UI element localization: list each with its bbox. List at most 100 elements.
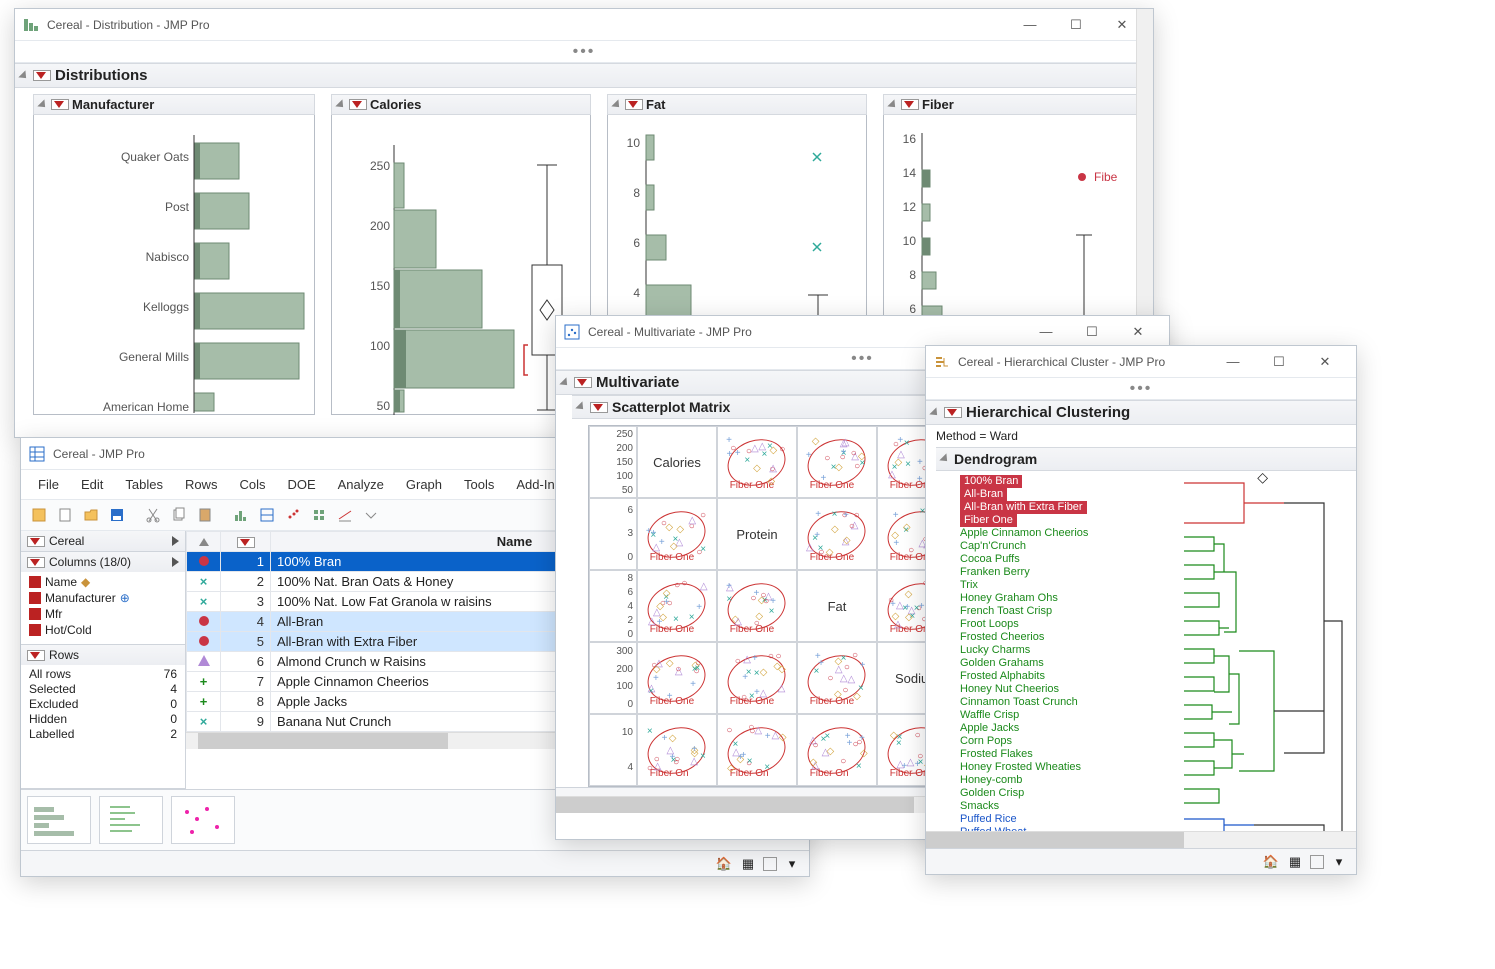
hotspot-icon[interactable] [33, 70, 51, 81]
dendro-item[interactable]: Frosted Alphabits [960, 670, 1045, 682]
titlebar-distribution[interactable]: Cereal - Distribution - JMP Pro — ☐ ✕ [15, 9, 1153, 41]
dendro-item[interactable]: Golden Grahams [960, 657, 1044, 669]
col-name[interactable]: Name ◆ [29, 574, 181, 590]
dendro-item[interactable]: Cocoa Puffs [960, 553, 1020, 565]
tool-save[interactable] [105, 503, 129, 527]
tool-dist2[interactable] [255, 503, 279, 527]
status-evaluate-icon[interactable]: ▦ [739, 855, 757, 873]
chart-header-fat[interactable]: Fat [607, 94, 867, 115]
hotspot-icon[interactable] [944, 407, 962, 418]
hotspot-icon[interactable] [349, 99, 367, 110]
chart-header-fiber[interactable]: Fiber [883, 94, 1143, 115]
splom-cell[interactable]: Fiber One○×△◇+○×△◇+○×△◇+○ [797, 642, 877, 714]
menu-doe[interactable]: DOE [278, 474, 324, 495]
grip-handle[interactable]: ••• [926, 378, 1356, 400]
status-checkbox[interactable] [763, 857, 777, 871]
dendro-item[interactable]: Apple Jacks [960, 722, 1019, 734]
hotspot-icon[interactable] [590, 402, 608, 413]
splom-cell[interactable]: Fiber One○×△◇+○×△◇+○×△◇+○ [637, 642, 717, 714]
splom-cell[interactable]: Fiber On○×△◇+○×△◇+○×△◇+○ [797, 714, 877, 786]
dendro-item[interactable]: All-Bran with Extra Fiber [960, 501, 1087, 514]
hotspot-icon[interactable] [625, 99, 643, 110]
maximize-button[interactable]: ☐ [1069, 318, 1115, 346]
panel-cereal[interactable]: Cereal [21, 531, 185, 551]
chart-header-calories[interactable]: Calories [331, 94, 591, 115]
scrollbar-horizontal[interactable] [926, 831, 1356, 848]
expand-icon[interactable] [172, 557, 179, 567]
menu-file[interactable]: File [29, 474, 68, 495]
section-dendrogram[interactable]: Dendrogram [936, 447, 1356, 471]
menu-rows[interactable]: Rows [176, 474, 227, 495]
col-manufacturer[interactable]: Manufacturer ⊕ [29, 590, 181, 606]
dendro-item[interactable]: Trix [960, 579, 978, 591]
dendro-item[interactable]: 100% Bran [960, 475, 1022, 488]
tool-open[interactable] [79, 503, 103, 527]
dendro-item[interactable]: Smacks [960, 800, 999, 812]
chart-manufacturer[interactable]: Quaker Oats Post Nabisco Kelloggs Genera… [33, 115, 315, 415]
thumb-cluster[interactable] [99, 796, 163, 844]
thumb-multivariate[interactable] [171, 796, 235, 844]
close-button[interactable]: ✕ [1302, 348, 1348, 376]
section-distributions[interactable]: Distributions [15, 63, 1153, 88]
dendro-item[interactable]: Honey Graham Ohs [960, 592, 1058, 604]
status-dropdown-icon[interactable]: ▾ [783, 855, 801, 873]
hotspot-icon[interactable] [27, 536, 45, 547]
tool-graph[interactable] [307, 503, 331, 527]
dendro-item[interactable]: Apple Cinnamon Cheerios [960, 527, 1088, 539]
dendro-item[interactable]: Cap'n'Crunch [960, 540, 1026, 552]
hotspot-icon[interactable] [27, 557, 45, 568]
menu-edit[interactable]: Edit [72, 474, 112, 495]
hotspot-icon[interactable] [51, 99, 69, 110]
status-checkbox[interactable] [1310, 855, 1324, 869]
tool-home[interactable] [27, 503, 51, 527]
status-home-icon[interactable]: 🏠 [715, 855, 733, 873]
menu-tools[interactable]: Tools [455, 474, 503, 495]
tool-new[interactable] [53, 503, 77, 527]
titlebar-multivariate[interactable]: Cereal - Multivariate - JMP Pro — ☐ ✕ [556, 316, 1169, 348]
grip-handle[interactable]: ••• [15, 41, 1153, 63]
splom-cell[interactable]: Fiber One○×△◇+○×△◇+○×△◇+○ [797, 498, 877, 570]
chart-header-manufacturer[interactable]: Manufacturer [33, 94, 315, 115]
panel-columns[interactable]: Columns (18/0) [21, 552, 185, 572]
menu-cols[interactable]: Cols [230, 474, 274, 495]
dendro-item[interactable]: Honey-comb [960, 774, 1022, 786]
splom-cell[interactable]: Fiber On○×△◇+○×△◇+○×△◇+○ [717, 714, 797, 786]
splom-cell[interactable]: Fiber On○×△◇+○×△◇+○×△◇+○ [637, 714, 717, 786]
status-evaluate-icon[interactable]: ▦ [1286, 853, 1304, 871]
dendro-item[interactable]: Honey Frosted Wheaties [960, 761, 1081, 773]
section-hier[interactable]: Hierarchical Clustering [926, 400, 1356, 425]
dendro-item[interactable]: Froot Loops [960, 618, 1019, 630]
dendro-item[interactable]: Franken Berry [960, 566, 1030, 578]
minimize-button[interactable]: — [1023, 318, 1069, 346]
col-mfr[interactable]: Mfr [29, 606, 181, 622]
splom-cell[interactable]: Fiber One○×△◇+○×△◇+○×△◇+○ [717, 642, 797, 714]
tool-copy[interactable] [167, 503, 191, 527]
splom-cell[interactable]: Fiber One○×△◇+○×△◇+○×△◇+○ [637, 498, 717, 570]
close-button[interactable]: ✕ [1115, 318, 1161, 346]
hotspot-icon[interactable] [901, 99, 919, 110]
splom-cell[interactable]: Fiber One○×△◇+○×△◇+○×△◇+○ [717, 570, 797, 642]
tool-dist[interactable] [229, 503, 253, 527]
tool-fitxy[interactable] [281, 503, 305, 527]
dendro-item[interactable]: Lucky Charms [960, 644, 1030, 656]
expand-icon[interactable] [172, 536, 179, 546]
hotspot-icon[interactable] [574, 377, 592, 388]
thumb-distribution[interactable] [27, 796, 91, 844]
dendrogram-body[interactable]: ◇ 100% BranAll-BranAll-Bran with Extra F… [926, 471, 1356, 831]
dendro-item[interactable]: Cinnamon Toast Crunch [960, 696, 1078, 708]
tool-cut[interactable] [141, 503, 165, 527]
dendro-item[interactable]: Frosted Cheerios [960, 631, 1044, 643]
menu-analyze[interactable]: Analyze [329, 474, 393, 495]
status-dropdown-icon[interactable]: ▾ [1330, 853, 1348, 871]
chart-calories[interactable]: 250 200 150 100 50 [331, 115, 591, 415]
dendro-item[interactable]: Golden Crisp [960, 787, 1024, 799]
dendro-item[interactable]: Waffle Crisp [960, 709, 1019, 721]
splom-cell[interactable]: Fiber One○×△◇+○×△◇+○×△◇+○ [717, 426, 797, 498]
dendro-item[interactable]: Frosted Flakes [960, 748, 1033, 760]
sort-icon[interactable] [199, 538, 209, 546]
dendro-item[interactable]: Corn Pops [960, 735, 1012, 747]
maximize-button[interactable]: ☐ [1053, 11, 1099, 39]
minimize-button[interactable]: — [1210, 348, 1256, 376]
status-home-icon[interactable]: 🏠 [1262, 853, 1280, 871]
tool-more[interactable] [359, 503, 383, 527]
